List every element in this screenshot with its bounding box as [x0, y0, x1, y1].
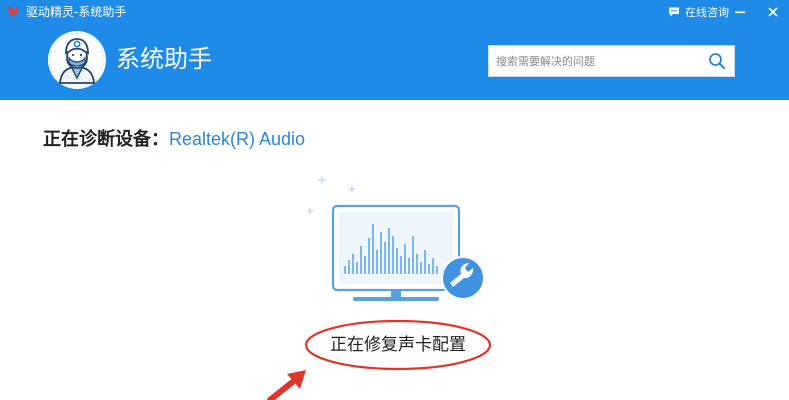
search-input[interactable] — [489, 46, 704, 76]
minimize-icon — [735, 11, 745, 14]
monitor-repair-illustration — [307, 176, 485, 301]
diagnosis-label: 正在诊断设备： — [43, 129, 169, 150]
close-button[interactable] — [764, 3, 782, 21]
repair-status-text: 正在修复声卡配置 — [330, 335, 466, 355]
chat-icon — [669, 7, 679, 17]
repair-status: 正在修复声卡配置 — [303, 318, 493, 374]
online-consult-button[interactable]: 在线咨询 — [668, 4, 729, 20]
doctor-avatar-icon — [49, 32, 105, 88]
assistant-avatar — [48, 31, 106, 89]
wrench-icon — [441, 256, 485, 300]
assistant-title: 系统助手 — [116, 45, 212, 73]
arrow-icon — [267, 370, 306, 400]
diagnosis-line: 正在诊断设备：Realtek(R) Audio — [43, 127, 305, 152]
monitor-icon — [331, 204, 461, 301]
app-title: 驱动精灵-系统助手 — [26, 5, 127, 19]
close-icon — [768, 7, 778, 17]
online-consult-label: 在线咨询 — [685, 6, 729, 19]
search-box — [488, 45, 735, 77]
app-header: 驱动精灵-系统助手 在线咨询 系统助手 搜索需要解决的问题 — [0, 0, 789, 100]
diagnosis-device: Realtek(R) Audio — [169, 129, 306, 149]
search-icon[interactable] — [708, 52, 726, 70]
minimize-button[interactable] — [731, 3, 749, 21]
app-logo-icon — [7, 7, 19, 17]
title-bar: 驱动精灵-系统助手 在线咨询 — [0, 0, 789, 24]
